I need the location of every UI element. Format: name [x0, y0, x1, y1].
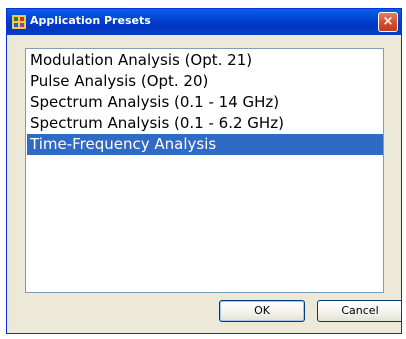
ok-button[interactable]: OK	[219, 300, 305, 322]
title-bar[interactable]: Application Presets ×	[7, 9, 401, 35]
dialog-title: Application Presets	[30, 14, 151, 27]
list-item-modulation-analysis[interactable]: Modulation Analysis (Opt. 21)	[27, 50, 383, 71]
cancel-button[interactable]: Cancel	[317, 300, 401, 322]
application-presets-dialog: Application Presets × Modulation Analysi…	[6, 8, 402, 334]
app-icon	[12, 15, 26, 29]
close-icon: ×	[382, 14, 394, 29]
list-item-time-frequency-analysis[interactable]: Time-Frequency Analysis	[27, 134, 383, 155]
list-item-spectrum-analysis-6-2ghz[interactable]: Spectrum Analysis (0.1 - 6.2 GHz)	[27, 113, 383, 134]
list-item-spectrum-analysis-14ghz[interactable]: Spectrum Analysis (0.1 - 14 GHz)	[27, 92, 383, 113]
list-item-pulse-analysis[interactable]: Pulse Analysis (Opt. 20)	[27, 71, 383, 92]
close-button[interactable]: ×	[378, 12, 398, 32]
presets-listbox[interactable]: Modulation Analysis (Opt. 21) Pulse Anal…	[25, 48, 384, 293]
